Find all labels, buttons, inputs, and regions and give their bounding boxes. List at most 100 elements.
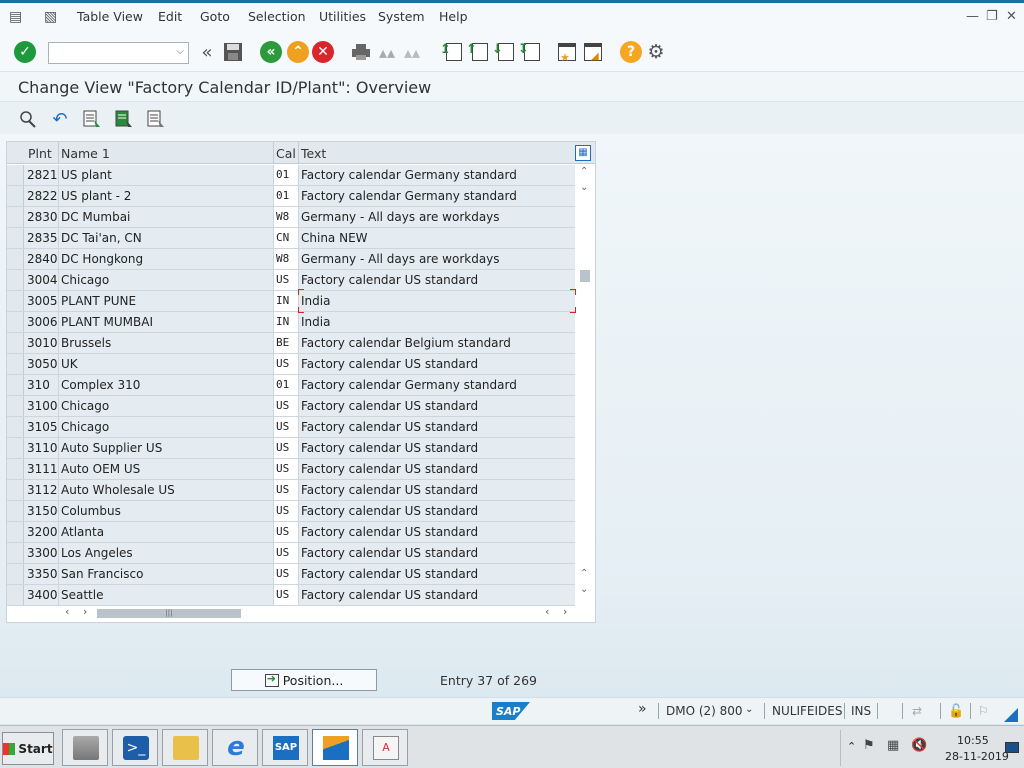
expand-status-icon[interactable]: » (638, 701, 647, 717)
cell-calendar-input[interactable]: CN (273, 228, 298, 248)
table-row[interactable]: 3111 Auto OEM US US Factory calendar US sta… (7, 459, 575, 480)
cell-calendar-input[interactable]: US (273, 270, 298, 290)
row-selector[interactable] (7, 522, 24, 542)
next-page-icon[interactable]: ↓ (492, 42, 514, 61)
enter-icon[interactable]: ✓ (14, 41, 36, 63)
taskbar-explorer[interactable] (162, 729, 208, 766)
scroll-down-icon[interactable]: ⌄ (580, 584, 588, 595)
cancel-icon[interactable]: ✕ (312, 41, 334, 63)
cell-calendar-input[interactable]: IN (273, 312, 298, 332)
undo-icon[interactable]: ↶ (50, 109, 70, 130)
cell-calendar-input[interactable]: US (273, 459, 298, 479)
menu-selection[interactable]: Selection (248, 9, 306, 24)
menu-table-view[interactable]: Table View (77, 9, 143, 24)
table-row[interactable]: 2830 DC Mumbai W8 Germany - All days are wo… (7, 207, 575, 228)
menu-edit[interactable]: Edit (158, 9, 182, 24)
table-row[interactable]: 3050 UK US Factory calendar US standard (7, 354, 575, 375)
row-selector[interactable] (7, 438, 24, 458)
position-button[interactable]: ➜ Position... (231, 669, 377, 691)
new-session-icon[interactable]: ★ (558, 43, 576, 64)
row-selector[interactable] (7, 249, 24, 269)
table-row[interactable]: 3004 Chicago US Factory calendar US standar… (7, 270, 575, 291)
menu-system[interactable]: System (378, 9, 425, 24)
column-header-text[interactable]: Text (301, 146, 326, 161)
volume-muted-icon[interactable]: 🔇 (911, 738, 927, 753)
scroll-thumb[interactable]: ||| (97, 609, 241, 618)
row-selector[interactable] (7, 564, 24, 584)
cell-calendar-input[interactable]: US (273, 480, 298, 500)
row-selector[interactable] (7, 333, 24, 353)
command-field[interactable]: ⌵ (48, 42, 189, 64)
row-selector[interactable] (7, 228, 24, 248)
system-info[interactable]: DMO (2) 800 (666, 704, 743, 718)
show-desktop-icon[interactable] (1005, 742, 1019, 753)
row-selector[interactable] (7, 165, 24, 185)
scroll-right-icon[interactable]: › (563, 605, 567, 618)
show-hidden-icons-icon[interactable]: ⌃ (847, 740, 856, 753)
table-row[interactable]: 3200 Atlanta US Factory calendar US standar… (7, 522, 575, 543)
cell-calendar-input[interactable]: US (273, 354, 298, 374)
menu-utilities[interactable]: Utilities (319, 9, 366, 24)
insert-mode[interactable]: INS (851, 704, 871, 718)
table-row[interactable]: 3105 Chicago US Factory calendar US standar… (7, 417, 575, 438)
save-icon[interactable] (222, 41, 244, 63)
taskbar-ie[interactable]: e (212, 729, 258, 766)
cell-calendar-input[interactable]: US (273, 564, 298, 584)
scroll-right-icon[interactable]: › (83, 605, 87, 618)
cell-calendar-input[interactable]: 01 (273, 186, 298, 206)
clock-time[interactable]: 10:55 (957, 734, 989, 747)
minimize-icon[interactable]: — (966, 9, 979, 24)
table-row[interactable]: 3112 Auto Wholesale US US Factory calendar … (7, 480, 575, 501)
table-row[interactable]: 2840 DC Hongkong W8 Germany - All days are … (7, 249, 575, 270)
table-row[interactable]: 3400 Seattle US Factory calendar US standar… (7, 585, 575, 606)
scroll-left-icon[interactable]: ‹ (545, 605, 549, 618)
column-header-cal[interactable]: Cal (276, 146, 296, 161)
horizontal-scrollbar[interactable]: ‹ › ||| ‹ › (61, 604, 571, 620)
taskbar-server-manager[interactable] (62, 729, 108, 766)
row-selector[interactable] (7, 543, 24, 563)
close-icon[interactable]: ✕ (1006, 9, 1017, 24)
cell-calendar-input[interactable]: US (273, 522, 298, 542)
taskbar-document[interactable]: A (362, 729, 408, 766)
cell-calendar-input[interactable]: US (273, 543, 298, 563)
table-row[interactable]: 3100 Chicago US Factory calendar US standar… (7, 396, 575, 417)
menu-icon[interactable]: ▤ (9, 9, 22, 25)
help-icon[interactable]: ? (620, 41, 642, 63)
taskbar-sap-logon[interactable]: SAP (262, 729, 308, 766)
find-next-icon[interactable]: ▴▴ (401, 41, 423, 63)
row-selector[interactable] (7, 480, 24, 500)
menu-goto[interactable]: Goto (200, 9, 230, 24)
cell-calendar-input[interactable]: 01 (273, 165, 298, 185)
row-selector[interactable] (7, 459, 24, 479)
table-row[interactable]: 310 Complex 310 01 Factory calendar Germany… (7, 375, 575, 396)
collapse-icon[interactable]: « (196, 41, 218, 63)
scroll-thumb[interactable] (580, 270, 590, 282)
back-icon[interactable]: « (260, 41, 282, 63)
display-change-icon[interactable] (18, 109, 38, 129)
column-header-name[interactable]: Name 1 (61, 146, 110, 161)
resize-grip-icon[interactable] (1004, 708, 1018, 722)
cell-calendar-input[interactable]: 01 (273, 375, 298, 395)
settings-icon[interactable]: ⚙ (645, 41, 667, 63)
table-row[interactable]: 2821 US plant 01 Factory calendar Germany s… (7, 165, 575, 186)
scroll-up-icon[interactable]: ⌃ (580, 166, 588, 177)
print-icon[interactable] (350, 41, 372, 63)
taskbar-powershell[interactable]: >_ (112, 729, 158, 766)
select-block-icon[interactable] (114, 109, 134, 129)
select-all-icon[interactable] (82, 109, 102, 129)
table-row[interactable]: 3005 PLANT PUNE IN India (7, 291, 575, 312)
row-selector[interactable] (7, 417, 24, 437)
first-page-icon[interactable]: ↥ (440, 42, 462, 61)
vertical-scrollbar[interactable]: ⌃ ⌄ ⌃ ⌄ (577, 164, 593, 602)
cell-calendar-input[interactable]: US (273, 501, 298, 521)
scroll-down-icon[interactable]: ⌄ (580, 182, 588, 193)
table-row[interactable]: 3010 Brussels BE Factory calendar Belgium s… (7, 333, 575, 354)
row-selector[interactable] (7, 291, 24, 311)
row-selector[interactable] (7, 270, 24, 290)
cell-calendar-input[interactable]: W8 (273, 207, 298, 227)
menu-help[interactable]: Help (439, 9, 468, 24)
network-icon[interactable]: ▦ (887, 738, 899, 753)
table-row[interactable]: 3300 Los Angeles US Factory calendar US sta… (7, 543, 575, 564)
restore-icon[interactable]: ❐ (986, 9, 998, 24)
lock-icon[interactable]: 🔓 (948, 704, 964, 719)
